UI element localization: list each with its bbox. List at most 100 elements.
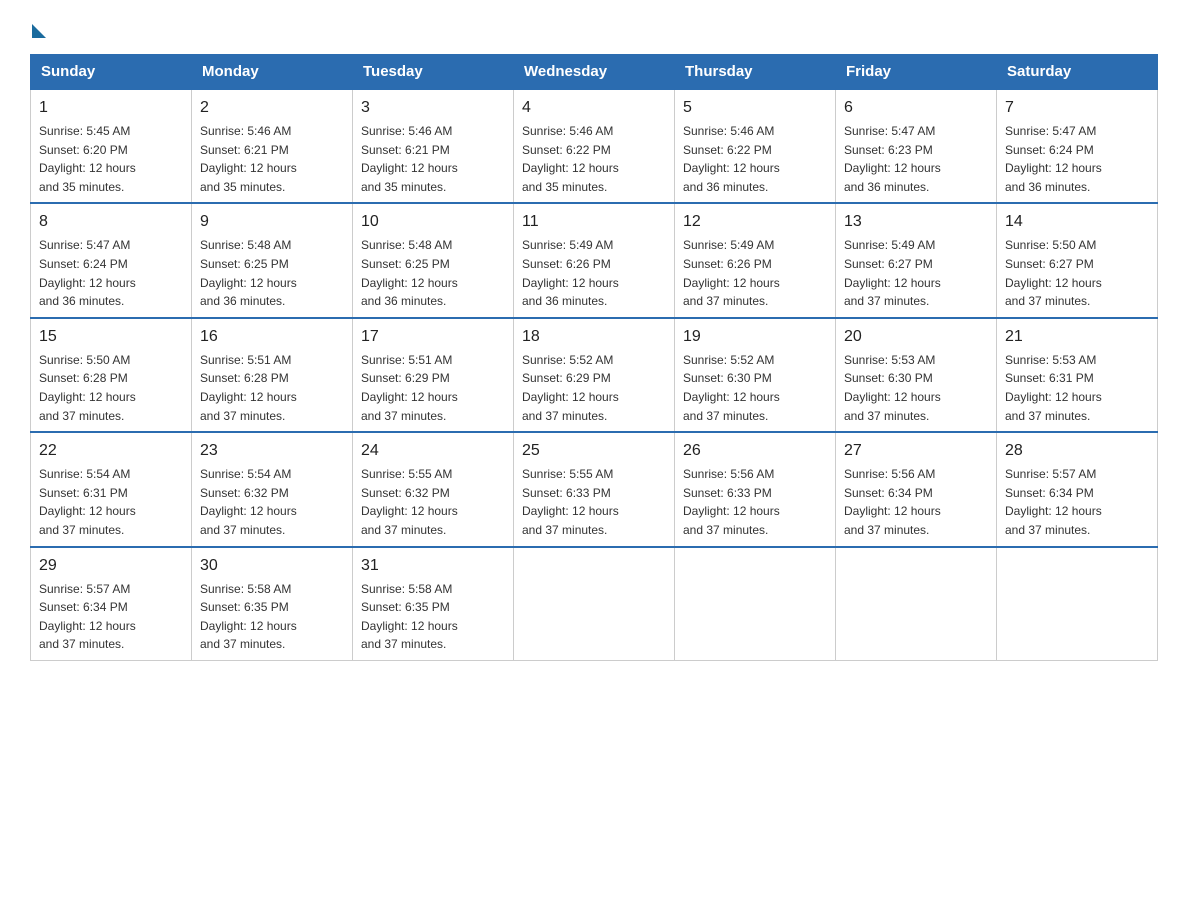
calendar-cell: 1 Sunrise: 5:45 AMSunset: 6:20 PMDayligh… bbox=[31, 89, 192, 203]
calendar-cell: 18 Sunrise: 5:52 AMSunset: 6:29 PMDaylig… bbox=[514, 318, 675, 432]
day-info: Sunrise: 5:47 AMSunset: 6:24 PMDaylight:… bbox=[1005, 124, 1102, 194]
day-info: Sunrise: 5:51 AMSunset: 6:28 PMDaylight:… bbox=[200, 353, 297, 423]
day-info: Sunrise: 5:45 AMSunset: 6:20 PMDaylight:… bbox=[39, 124, 136, 194]
calendar-cell: 9 Sunrise: 5:48 AMSunset: 6:25 PMDayligh… bbox=[192, 203, 353, 317]
calendar-cell bbox=[836, 547, 997, 661]
column-header-saturday: Saturday bbox=[997, 55, 1158, 90]
day-number: 2 bbox=[200, 96, 344, 120]
day-number: 29 bbox=[39, 554, 183, 578]
day-number: 16 bbox=[200, 325, 344, 349]
day-number: 13 bbox=[844, 210, 988, 234]
day-info: Sunrise: 5:46 AMSunset: 6:21 PMDaylight:… bbox=[361, 124, 458, 194]
day-number: 26 bbox=[683, 439, 827, 463]
column-header-tuesday: Tuesday bbox=[353, 55, 514, 90]
day-info: Sunrise: 5:46 AMSunset: 6:22 PMDaylight:… bbox=[522, 124, 619, 194]
calendar-cell: 15 Sunrise: 5:50 AMSunset: 6:28 PMDaylig… bbox=[31, 318, 192, 432]
calendar-cell: 24 Sunrise: 5:55 AMSunset: 6:32 PMDaylig… bbox=[353, 432, 514, 546]
day-number: 21 bbox=[1005, 325, 1149, 349]
column-header-monday: Monday bbox=[192, 55, 353, 90]
column-header-sunday: Sunday bbox=[31, 55, 192, 90]
calendar-cell: 30 Sunrise: 5:58 AMSunset: 6:35 PMDaylig… bbox=[192, 547, 353, 661]
day-info: Sunrise: 5:48 AMSunset: 6:25 PMDaylight:… bbox=[200, 238, 297, 308]
calendar-cell: 3 Sunrise: 5:46 AMSunset: 6:21 PMDayligh… bbox=[353, 89, 514, 203]
logo-arrow-icon bbox=[32, 24, 46, 38]
calendar-cell: 16 Sunrise: 5:51 AMSunset: 6:28 PMDaylig… bbox=[192, 318, 353, 432]
day-number: 9 bbox=[200, 210, 344, 234]
day-number: 6 bbox=[844, 96, 988, 120]
calendar-week-row: 29 Sunrise: 5:57 AMSunset: 6:34 PMDaylig… bbox=[31, 547, 1158, 661]
calendar-cell: 25 Sunrise: 5:55 AMSunset: 6:33 PMDaylig… bbox=[514, 432, 675, 546]
day-number: 14 bbox=[1005, 210, 1149, 234]
day-number: 3 bbox=[361, 96, 505, 120]
calendar-cell: 28 Sunrise: 5:57 AMSunset: 6:34 PMDaylig… bbox=[997, 432, 1158, 546]
calendar-cell: 13 Sunrise: 5:49 AMSunset: 6:27 PMDaylig… bbox=[836, 203, 997, 317]
calendar-cell bbox=[675, 547, 836, 661]
day-number: 24 bbox=[361, 439, 505, 463]
calendar-cell: 19 Sunrise: 5:52 AMSunset: 6:30 PMDaylig… bbox=[675, 318, 836, 432]
day-number: 10 bbox=[361, 210, 505, 234]
calendar-cell: 14 Sunrise: 5:50 AMSunset: 6:27 PMDaylig… bbox=[997, 203, 1158, 317]
calendar-week-row: 1 Sunrise: 5:45 AMSunset: 6:20 PMDayligh… bbox=[31, 89, 1158, 203]
calendar-cell: 29 Sunrise: 5:57 AMSunset: 6:34 PMDaylig… bbox=[31, 547, 192, 661]
day-number: 18 bbox=[522, 325, 666, 349]
column-header-friday: Friday bbox=[836, 55, 997, 90]
column-header-thursday: Thursday bbox=[675, 55, 836, 90]
calendar-cell: 4 Sunrise: 5:46 AMSunset: 6:22 PMDayligh… bbox=[514, 89, 675, 203]
day-info: Sunrise: 5:57 AMSunset: 6:34 PMDaylight:… bbox=[1005, 467, 1102, 537]
calendar-cell bbox=[997, 547, 1158, 661]
day-number: 25 bbox=[522, 439, 666, 463]
calendar-header-row: SundayMondayTuesdayWednesdayThursdayFrid… bbox=[31, 55, 1158, 90]
calendar-cell: 27 Sunrise: 5:56 AMSunset: 6:34 PMDaylig… bbox=[836, 432, 997, 546]
day-info: Sunrise: 5:49 AMSunset: 6:26 PMDaylight:… bbox=[522, 238, 619, 308]
day-info: Sunrise: 5:58 AMSunset: 6:35 PMDaylight:… bbox=[361, 582, 458, 652]
day-number: 30 bbox=[200, 554, 344, 578]
day-info: Sunrise: 5:50 AMSunset: 6:27 PMDaylight:… bbox=[1005, 238, 1102, 308]
calendar-cell: 8 Sunrise: 5:47 AMSunset: 6:24 PMDayligh… bbox=[31, 203, 192, 317]
day-number: 7 bbox=[1005, 96, 1149, 120]
day-info: Sunrise: 5:50 AMSunset: 6:28 PMDaylight:… bbox=[39, 353, 136, 423]
calendar-cell: 6 Sunrise: 5:47 AMSunset: 6:23 PMDayligh… bbox=[836, 89, 997, 203]
day-number: 23 bbox=[200, 439, 344, 463]
calendar-cell: 5 Sunrise: 5:46 AMSunset: 6:22 PMDayligh… bbox=[675, 89, 836, 203]
day-info: Sunrise: 5:52 AMSunset: 6:30 PMDaylight:… bbox=[683, 353, 780, 423]
day-info: Sunrise: 5:56 AMSunset: 6:33 PMDaylight:… bbox=[683, 467, 780, 537]
calendar-cell: 10 Sunrise: 5:48 AMSunset: 6:25 PMDaylig… bbox=[353, 203, 514, 317]
day-number: 5 bbox=[683, 96, 827, 120]
day-info: Sunrise: 5:55 AMSunset: 6:33 PMDaylight:… bbox=[522, 467, 619, 537]
column-header-wednesday: Wednesday bbox=[514, 55, 675, 90]
day-number: 27 bbox=[844, 439, 988, 463]
page-header bbox=[30, 20, 1158, 34]
day-info: Sunrise: 5:55 AMSunset: 6:32 PMDaylight:… bbox=[361, 467, 458, 537]
day-number: 17 bbox=[361, 325, 505, 349]
day-info: Sunrise: 5:54 AMSunset: 6:32 PMDaylight:… bbox=[200, 467, 297, 537]
day-info: Sunrise: 5:52 AMSunset: 6:29 PMDaylight:… bbox=[522, 353, 619, 423]
calendar-cell: 11 Sunrise: 5:49 AMSunset: 6:26 PMDaylig… bbox=[514, 203, 675, 317]
day-number: 22 bbox=[39, 439, 183, 463]
day-number: 31 bbox=[361, 554, 505, 578]
day-info: Sunrise: 5:46 AMSunset: 6:21 PMDaylight:… bbox=[200, 124, 297, 194]
day-number: 28 bbox=[1005, 439, 1149, 463]
day-info: Sunrise: 5:57 AMSunset: 6:34 PMDaylight:… bbox=[39, 582, 136, 652]
calendar-cell: 17 Sunrise: 5:51 AMSunset: 6:29 PMDaylig… bbox=[353, 318, 514, 432]
calendar-week-row: 15 Sunrise: 5:50 AMSunset: 6:28 PMDaylig… bbox=[31, 318, 1158, 432]
calendar-cell: 2 Sunrise: 5:46 AMSunset: 6:21 PMDayligh… bbox=[192, 89, 353, 203]
calendar-cell: 26 Sunrise: 5:56 AMSunset: 6:33 PMDaylig… bbox=[675, 432, 836, 546]
day-number: 12 bbox=[683, 210, 827, 234]
day-info: Sunrise: 5:47 AMSunset: 6:24 PMDaylight:… bbox=[39, 238, 136, 308]
day-info: Sunrise: 5:53 AMSunset: 6:31 PMDaylight:… bbox=[1005, 353, 1102, 423]
day-number: 20 bbox=[844, 325, 988, 349]
day-info: Sunrise: 5:58 AMSunset: 6:35 PMDaylight:… bbox=[200, 582, 297, 652]
day-info: Sunrise: 5:46 AMSunset: 6:22 PMDaylight:… bbox=[683, 124, 780, 194]
day-number: 4 bbox=[522, 96, 666, 120]
day-info: Sunrise: 5:47 AMSunset: 6:23 PMDaylight:… bbox=[844, 124, 941, 194]
calendar-cell: 7 Sunrise: 5:47 AMSunset: 6:24 PMDayligh… bbox=[997, 89, 1158, 203]
calendar-week-row: 22 Sunrise: 5:54 AMSunset: 6:31 PMDaylig… bbox=[31, 432, 1158, 546]
day-number: 8 bbox=[39, 210, 183, 234]
day-info: Sunrise: 5:54 AMSunset: 6:31 PMDaylight:… bbox=[39, 467, 136, 537]
day-info: Sunrise: 5:56 AMSunset: 6:34 PMDaylight:… bbox=[844, 467, 941, 537]
calendar-table: SundayMondayTuesdayWednesdayThursdayFrid… bbox=[30, 54, 1158, 661]
day-info: Sunrise: 5:49 AMSunset: 6:27 PMDaylight:… bbox=[844, 238, 941, 308]
day-info: Sunrise: 5:53 AMSunset: 6:30 PMDaylight:… bbox=[844, 353, 941, 423]
day-number: 1 bbox=[39, 96, 183, 120]
calendar-cell: 20 Sunrise: 5:53 AMSunset: 6:30 PMDaylig… bbox=[836, 318, 997, 432]
